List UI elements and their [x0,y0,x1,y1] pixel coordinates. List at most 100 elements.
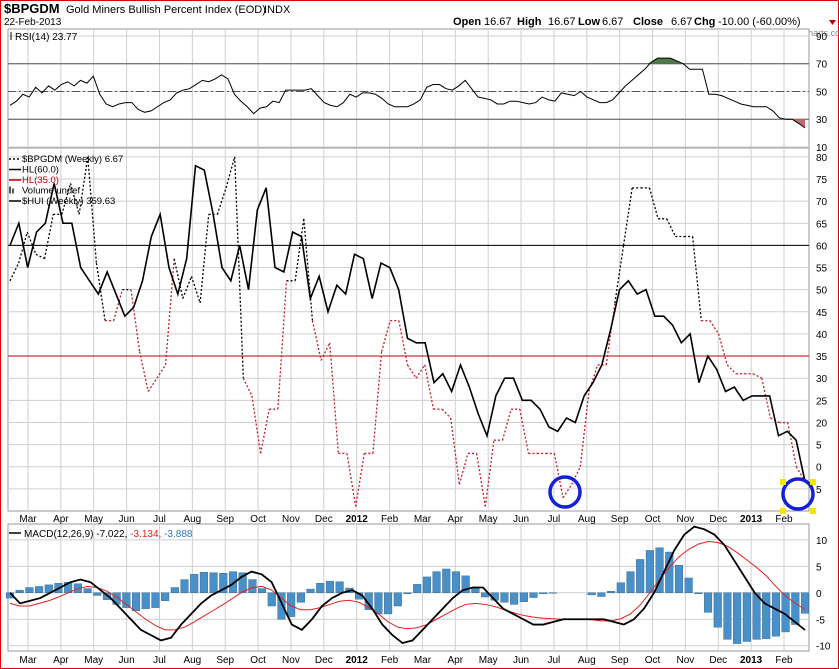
y-tick-label: 50 [816,286,828,297]
macd-histogram-bar [539,592,548,595]
x-tick-label: Aug [183,655,201,666]
x-tick-label: Jul [548,514,561,525]
macd-histogram-bar [384,592,393,615]
macd-histogram-bar [733,592,742,644]
ohlc-value: 6.67 [671,16,692,28]
y-tick-label: -5 [816,615,825,626]
macd-histogram-bar [510,592,519,605]
legend-label: HL(60.0) [22,165,59,176]
macd-histogram-bar [597,592,606,597]
legend-swatch [9,186,11,194]
macd-histogram-bar [132,592,141,611]
y-tick-label: 25 [816,396,828,407]
x-tick-label: 2012 [346,655,369,666]
y-tick-label: 80 [816,153,828,164]
macd-legend: MACD(12,26,9) -7.022, -3.134, -3.888 [24,529,193,540]
x-tick-label: May [479,514,498,525]
x-tick-label: May [479,655,498,666]
macd-histogram-bar [325,580,334,593]
x-tick-label: Mar [19,514,37,525]
change-down-arrow [829,20,836,25]
macd-histogram-bar [306,588,315,593]
macd-histogram-bar [771,592,780,637]
x-tick-label: 2013 [740,514,763,525]
ohlc-value: 6.67 [602,16,623,28]
macd-histogram-bar [122,592,131,608]
macd-histogram-bar [151,592,160,608]
legend-item: $HUI (Weekly) 359.63 [9,196,115,207]
macd-histogram-bar [645,550,654,593]
chart-date: 22-Feb-2013 [4,17,62,28]
x-tick-label: Oct [645,655,661,666]
y-tick-label: 30 [816,115,828,126]
x-tick-label: Aug [578,655,596,666]
ohlc-label: Chg [694,16,715,28]
y-tick-label: 50 [816,87,828,98]
x-tick-label: Mar [414,655,432,666]
x-tick-label: Mar [414,514,432,525]
selection-handle [780,479,786,485]
selection-handle [810,479,816,485]
x-tick-label: Apr [53,514,69,525]
y-tick-label: 70 [816,197,828,208]
x-tick-label: Dec [709,655,727,666]
legend-swatch [12,188,14,194]
macd-histogram-bar [287,592,296,617]
x-tick-label: May [84,514,103,525]
legend-item: $BPGDM (Weekly) 6.67 [9,154,123,165]
macd-histogram-bar [374,592,383,615]
y-tick-label: 5 [816,441,822,452]
macd-histogram-bar [752,592,761,640]
x-tick-label: Jul [153,655,166,666]
y-tick-label: 40 [816,330,828,341]
x-tick-label: Mar [19,655,37,666]
macd-histogram-bar [199,571,208,593]
macd-histogram-bar [704,592,713,613]
x-tick-label: Jun [513,514,529,525]
y-tick-label: 0 [816,589,822,600]
x-tick-label: Feb [775,514,793,525]
legend-label: Volume undef [22,186,80,197]
x-tick-label: Nov [676,514,694,525]
ohlc-label: Low [578,16,600,28]
macd-histogram-bar [442,568,451,593]
y-tick-label: 30 [816,374,828,385]
x-tick-label: Sep [216,514,234,525]
macd-histogram-bar [636,559,645,593]
macd-histogram-bar [141,592,150,609]
x-tick-label: Apr [53,655,69,666]
macd-histogram-bar [422,576,431,593]
macd-histogram-bar [432,571,441,593]
macd-histogram-bar [616,582,625,593]
x-tick-label: May [84,655,103,666]
x-tick-label: Nov [282,514,300,525]
macd-histogram-bar [335,581,344,593]
x-tick-label: Feb [381,514,399,525]
x-tick-label: Dec [315,655,333,666]
ohlc-item: Low 6.67 [578,16,623,28]
x-tick-label: Jun [119,655,135,666]
x-tick-label: Jun [119,514,135,525]
macd-histogram-bar [674,565,683,593]
legend-label: $HUI (Weekly) 359.63 [22,196,115,207]
macd-histogram-bar [451,571,461,593]
x-tick-label: Nov [282,655,300,666]
panel-rsi [7,28,810,148]
macd-histogram-bar [626,571,635,593]
macd-histogram-bar [529,592,538,598]
macd-histogram-bar [607,591,616,593]
index-name: Gold Miners Bullish Percent Index (EOD) [66,4,266,16]
y-tick-label: 5 [816,562,822,573]
x-tick-label: Jul [153,514,166,525]
x-tick-label: Jul [548,655,561,666]
macd-histogram-bar [393,592,402,607]
y-tick-label: 0 [816,463,822,474]
y-tick-label: 75 [816,175,828,186]
ohlc-label: High [517,16,542,28]
x-tick-label: Apr [448,655,464,666]
macd-histogram-bar [316,583,325,593]
macd-histogram-bar [713,592,722,628]
macd-histogram-bar [267,592,276,607]
ohlc-item: Open 16.67 [453,16,512,28]
macd-legend-label: MACD(12,26,9) -7.022, -3.134, -3.888 [24,529,193,540]
